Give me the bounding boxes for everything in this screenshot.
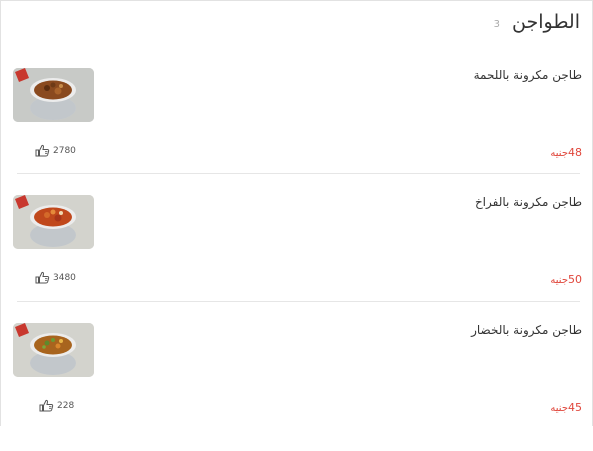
menu-category-panel: الطواجن 3 طاجن مكرونة باللحمة 48جنيه 278… [0, 0, 593, 426]
likes-count: 3480 [53, 272, 76, 283]
likes-count: 228 [57, 400, 75, 411]
currency-label: جنيه [550, 148, 568, 159]
item-divider [17, 301, 580, 302]
menu-item[interactable]: طاجن مكرونة باللحمة 48جنيه 2780 [1, 68, 593, 196]
currency-label: جنيه [550, 403, 568, 414]
likes-count: 2780 [53, 145, 76, 156]
thumbs-up-icon[interactable] [35, 271, 50, 284]
dish-image[interactable] [13, 323, 94, 377]
price-value: 48 [568, 146, 582, 159]
dish-image[interactable] [13, 68, 94, 122]
currency-label: جنيه [550, 275, 568, 286]
category-header: الطواجن 3 [494, 9, 580, 35]
item-divider [17, 173, 580, 174]
dish-price: 45جنيه [550, 401, 582, 414]
dish-price: 48جنيه [550, 146, 582, 159]
dish-name: طاجن مكرونة باللحمة [473, 68, 582, 82]
price-value: 45 [568, 401, 582, 414]
likes-counter[interactable]: 3480 [35, 271, 76, 284]
likes-counter[interactable]: 2780 [35, 144, 76, 157]
dish-image[interactable] [13, 195, 94, 249]
thumbs-up-icon[interactable] [35, 144, 50, 157]
dish-name: طاجن مكرونة بالخضار [471, 323, 582, 337]
price-value: 50 [568, 273, 582, 286]
dish-price: 50جنيه [550, 273, 582, 286]
menu-item[interactable]: طاجن مكرونة بالخضار 45جنيه 228 [1, 323, 593, 451]
thumbs-up-icon[interactable] [39, 399, 54, 412]
category-title: الطواجن [512, 11, 580, 33]
likes-counter[interactable]: 228 [39, 399, 74, 412]
category-item-count: 3 [493, 18, 501, 30]
menu-item[interactable]: طاجن مكرونة بالفراخ 50جنيه 3480 [1, 195, 593, 323]
dish-name: طاجن مكرونة بالفراخ [474, 195, 582, 209]
